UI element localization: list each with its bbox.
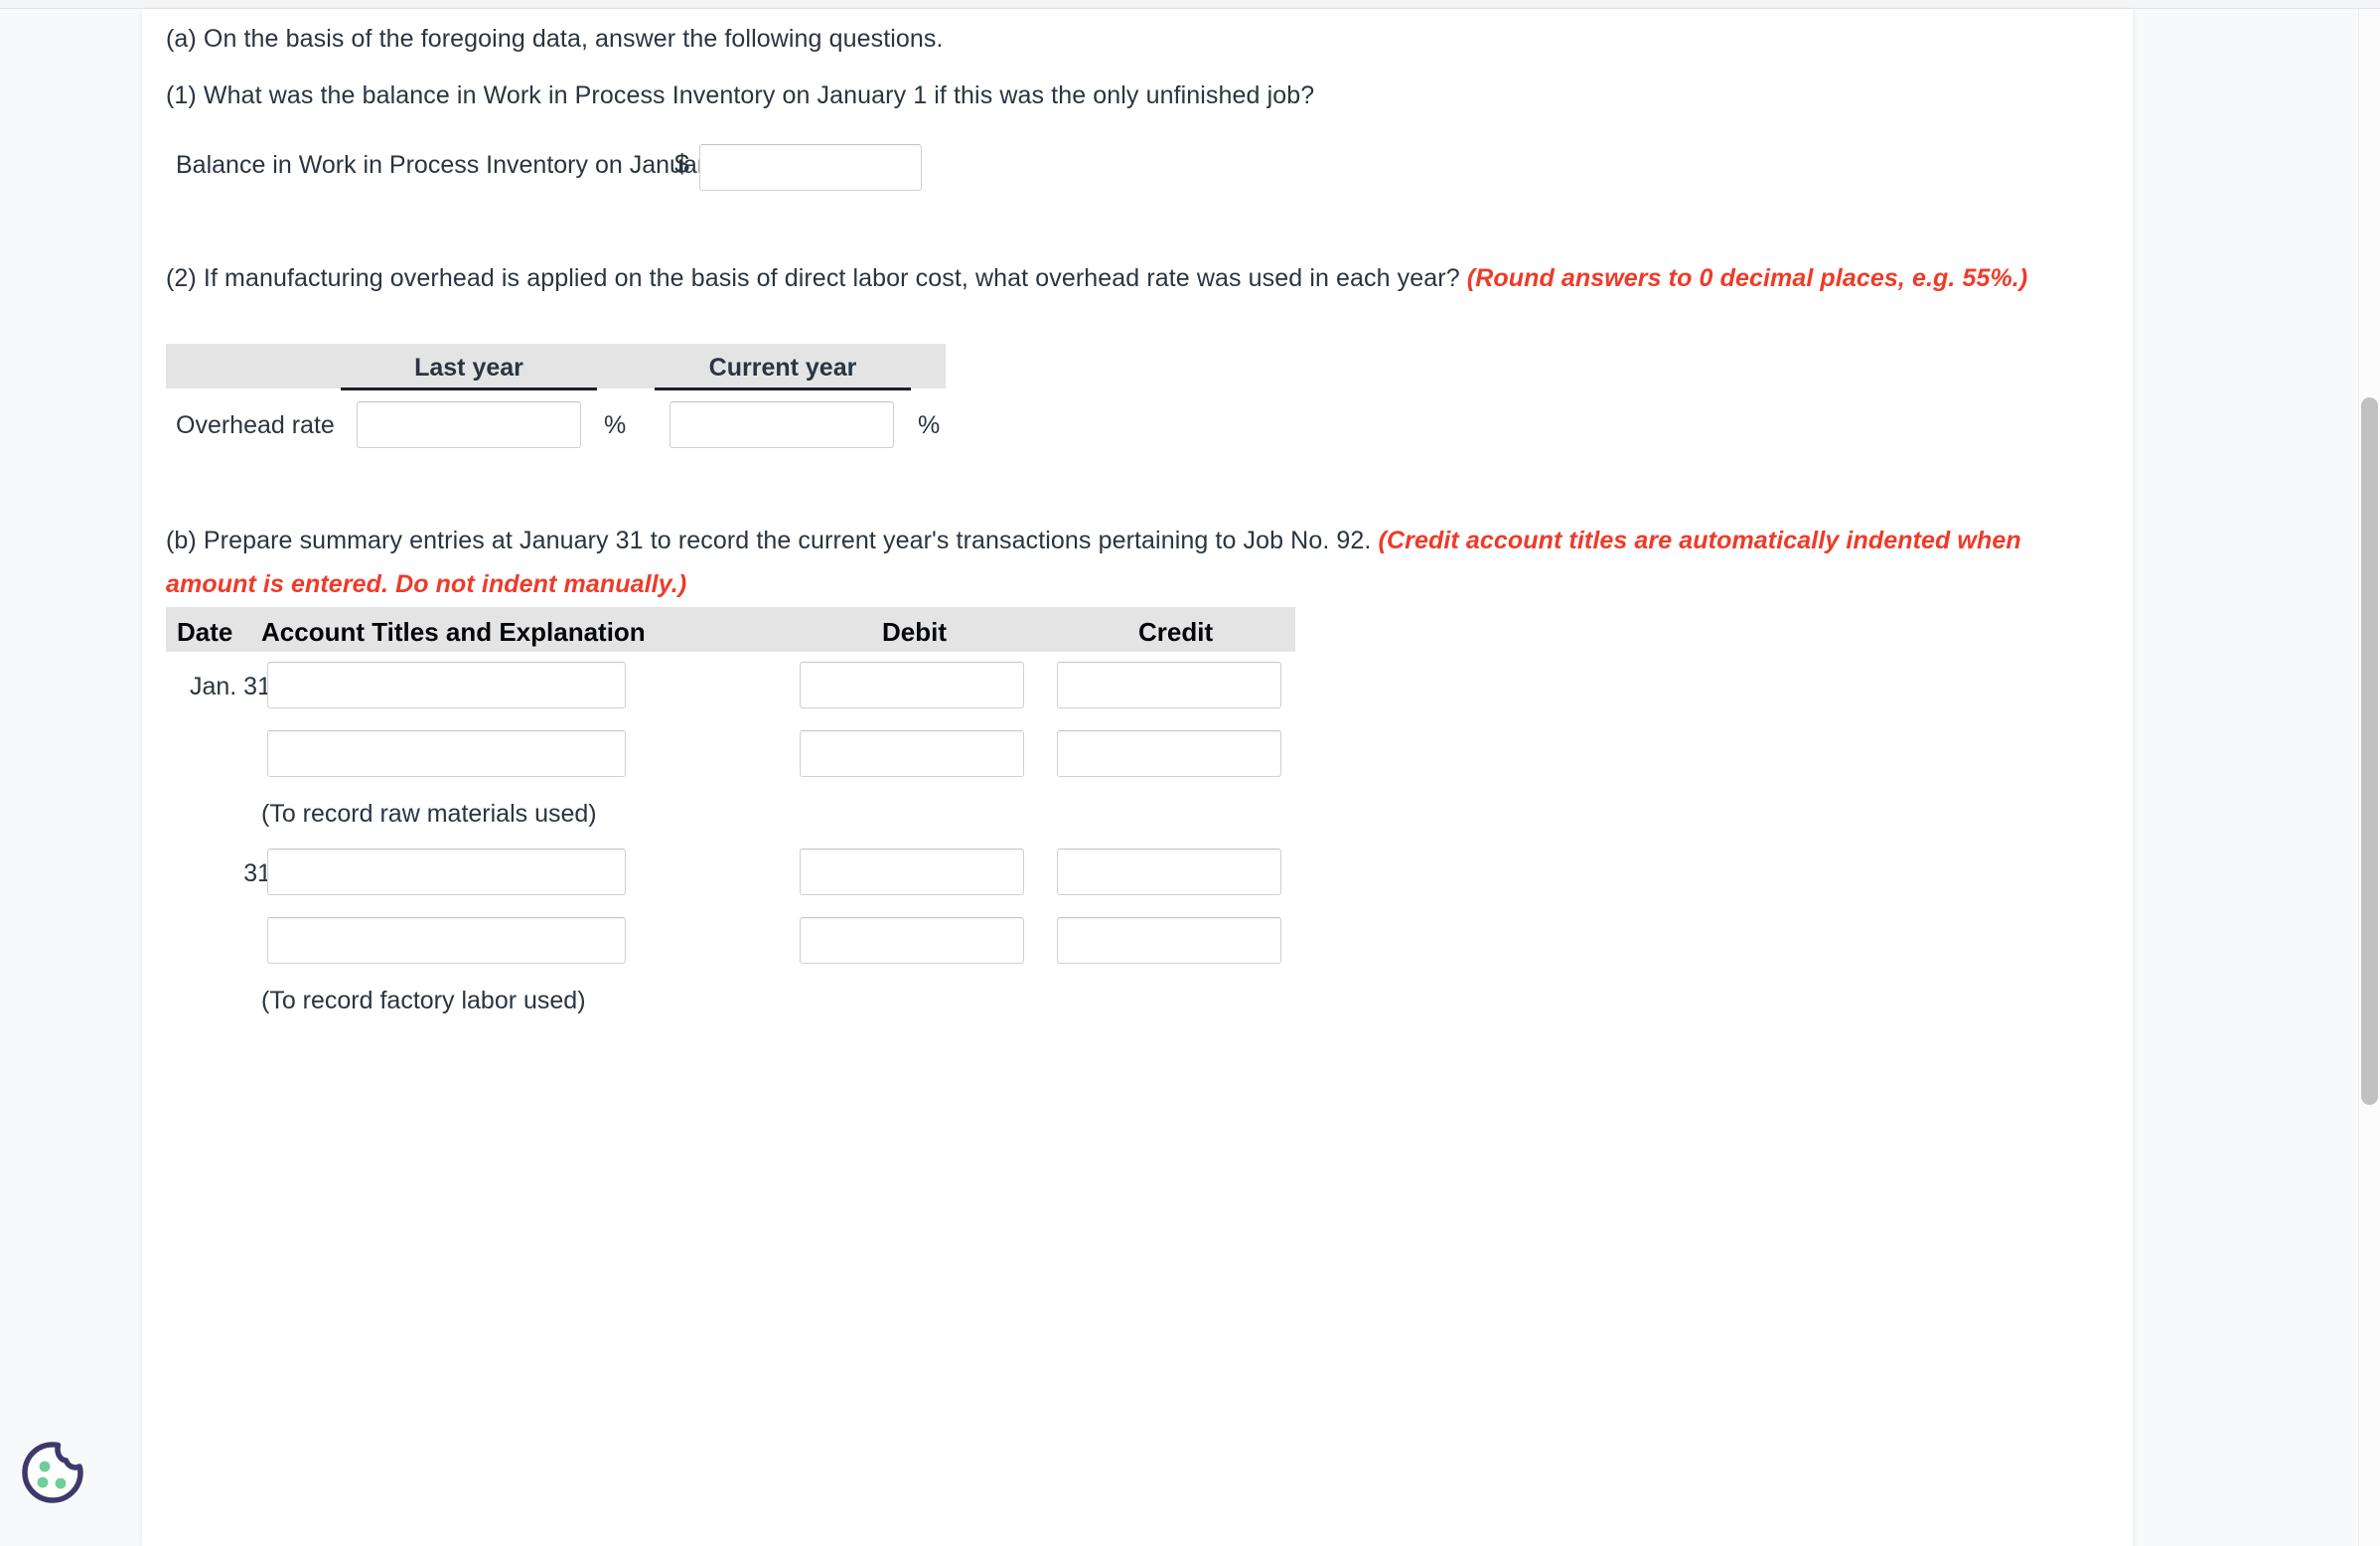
journal-row-3-debit-input[interactable] (800, 849, 1024, 895)
page-root: (a) On the basis of the foregoing data, … (0, 0, 2380, 1546)
journal-row-4-debit-input[interactable] (800, 917, 1024, 964)
overhead-col-underline-last (341, 387, 597, 390)
question-2-text: (2) If manufacturing overhead is applied… (166, 256, 2073, 300)
question-2-body: (2) If manufacturing overhead is applied… (166, 264, 1467, 292)
part-b-body: (b) Prepare summary entries at January 3… (166, 527, 1379, 554)
journal-row-3-credit-input[interactable] (1057, 849, 1281, 895)
journal-row-1-credit-input[interactable] (1057, 662, 1281, 708)
cookie-icon (22, 1442, 83, 1503)
journal-row-3-account-input[interactable] (267, 849, 626, 895)
journal-row-2-credit-input[interactable] (1057, 730, 1281, 777)
balance-row-label: Balance in Work in Process Inventory on … (176, 151, 739, 179)
journal-header-account: Account Titles and Explanation (261, 617, 646, 647)
part-a-intro-text: (a) On the basis of the foregoing data, … (166, 25, 944, 53)
overhead-col-last-year: Last year (414, 354, 523, 382)
overhead-rate-label: Overhead rate (176, 411, 335, 439)
right-gutter-panel (2133, 9, 2358, 1546)
question-2-hint: (Round answers to 0 decimal places, e.g.… (1466, 264, 2028, 292)
journal-header-debit: Debit (882, 617, 947, 647)
journal-row-1-date: Jan. 31 (189, 673, 271, 700)
journal-header-credit: Credit (1138, 617, 1214, 647)
journal-row-2-account-input[interactable] (267, 730, 626, 777)
percent-symbol-current-year: % (918, 411, 941, 439)
journal-row-2-debit-input[interactable] (800, 730, 1024, 777)
vertical-scrollbar-thumb[interactable] (2361, 397, 2378, 1105)
journal-note-raw-materials: (To record raw materials used) (261, 800, 597, 828)
journal-row-4-credit-input[interactable] (1057, 917, 1281, 964)
balance-input[interactable] (699, 144, 922, 191)
currency-symbol: $ (674, 149, 690, 179)
journal-row-4-account-input[interactable] (267, 917, 626, 964)
overhead-col-underline-current (655, 387, 911, 390)
journal-row-1-debit-input[interactable] (800, 662, 1024, 708)
percent-symbol-last-year: % (604, 411, 627, 439)
overhead-rate-last-year-input[interactable] (357, 401, 581, 448)
overhead-rate-current-year-input[interactable] (669, 401, 894, 448)
top-chrome-strip (0, 0, 2380, 9)
cookie-consent-button[interactable] (18, 1439, 85, 1506)
journal-header-date: Date (177, 617, 233, 647)
part-b-text: (b) Prepare summary entries at January 3… (166, 519, 2073, 606)
journal-note-factory-labor: (To record factory labor used) (261, 987, 586, 1014)
journal-row-3-date: 31 (243, 859, 271, 887)
left-gutter-panel (0, 9, 142, 1546)
content-sheet: (a) On the basis of the foregoing data, … (142, 9, 2133, 1546)
question-1-text: (1) What was the balance in Work in Proc… (166, 81, 1315, 109)
overhead-col-current-year: Current year (708, 354, 857, 382)
journal-row-1-account-input[interactable] (267, 662, 626, 708)
